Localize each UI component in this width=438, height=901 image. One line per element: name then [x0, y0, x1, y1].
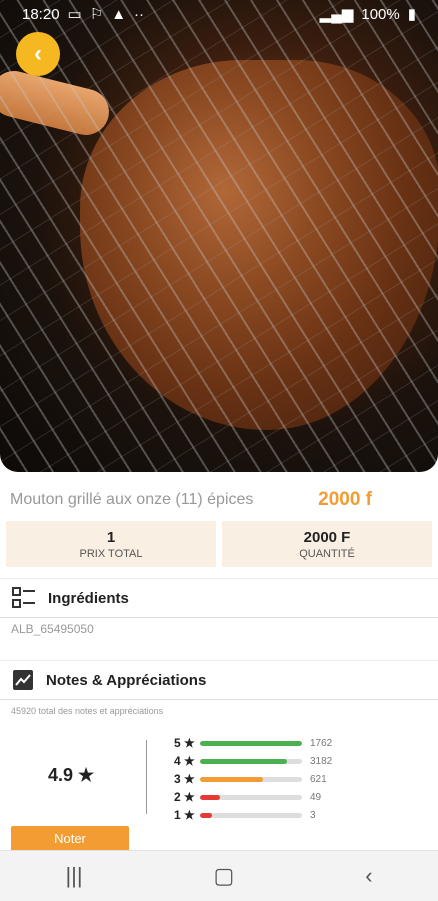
product-title-row: Mouton grillé aux onze (11) épices 2000 …: [0, 482, 438, 518]
rating-bar-track: [200, 740, 302, 746]
rating-bar-label: 3 ★: [174, 772, 195, 786]
rating-bar-fill: [200, 740, 302, 746]
info-box-value: 2000 F: [303, 528, 351, 546]
status-time: 18:20: [22, 5, 60, 23]
rating-bar-row: 5 ★ 1762: [174, 734, 332, 752]
signal-icon: ▂▄▆: [319, 6, 354, 23]
rating-bar-track: [200, 776, 302, 782]
rating-bar-count: 3: [310, 809, 316, 821]
back-button[interactable]: ‹: [16, 32, 60, 76]
recents-icon[interactable]: |||: [65, 863, 82, 889]
info-box-label: PRIX TOTAL: [79, 547, 143, 560]
rating-bar-label: 1 ★: [174, 808, 195, 822]
notes-summary: 45920 total des notes et appréciations: [11, 706, 164, 716]
average-rating: 4.9 ★: [48, 765, 94, 786]
rating-bar-label: 4 ★: [174, 754, 195, 768]
rating-bar-count: 621: [310, 773, 327, 785]
info-box-value: 1: [106, 528, 116, 546]
rating-bar-fill: [200, 794, 221, 800]
star-icon: ★: [78, 765, 95, 785]
ingredients-title: Ingrédients: [48, 589, 129, 607]
info-boxes: 1 PRIX TOTAL 2000 F QUANTITÉ: [6, 521, 432, 567]
rating-bar-label: 2 ★: [174, 790, 195, 804]
rating-bar-row: 2 ★ 49: [174, 788, 321, 806]
rating-bar-fill: [200, 776, 264, 782]
average-rating-value: 4.9: [48, 765, 74, 785]
notes-header: Notes & Appréciations: [0, 660, 438, 700]
rating-bar-fill: [200, 758, 287, 764]
battery-icon: ▮: [407, 6, 416, 23]
rating-bar-count: 3182: [310, 755, 333, 767]
warning-icon: ▲: [111, 5, 127, 23]
rating-bar-track: [200, 812, 302, 818]
back-nav-icon[interactable]: ‹: [365, 863, 372, 889]
rating-bar-count: 49: [310, 791, 322, 803]
product-name: Mouton grillé aux onze (11) épices: [10, 491, 254, 508]
rating-bar-row: 4 ★ 3182: [174, 752, 332, 770]
notification-icon: ⚐: [89, 6, 104, 23]
notes-title: Notes & Appréciations: [46, 671, 207, 689]
rating-bar-track: [200, 758, 302, 764]
info-box-quantity: 2000 F QUANTITÉ: [222, 521, 432, 567]
ingredients-header: Ingrédients: [0, 578, 438, 618]
status-left: 18:20 ▭ ⚐ ▲ ··: [22, 5, 145, 24]
rating-bar-fill: [200, 812, 213, 818]
rating-bar-row: 1 ★ 3: [174, 806, 316, 824]
home-icon[interactable]: ▢: [214, 863, 235, 889]
list-icon: [12, 587, 35, 608]
chart-icon: [13, 670, 33, 690]
grill-overlay: [0, 0, 438, 472]
info-box-total: 1 PRIX TOTAL: [6, 521, 216, 567]
hero-image: [0, 0, 438, 472]
status-right: ▂▄▆ 100% ▮: [319, 5, 416, 24]
noter-button[interactable]: Noter: [11, 826, 129, 850]
android-nav-bar: ||| ▢ ‹: [0, 850, 438, 901]
rating-bar-row: 3 ★ 621: [174, 770, 327, 788]
rating-bar-track: [200, 794, 302, 800]
info-box-label: QUANTITÉ: [299, 547, 355, 560]
status-dots: ··: [134, 5, 145, 23]
rating-bar-count: 1762: [310, 737, 333, 749]
battery-text: 100%: [361, 5, 400, 23]
ingredients-text: ALB_65495050: [11, 622, 94, 636]
rating-bar-label: 5 ★: [174, 736, 195, 750]
back-arrow-icon: ‹: [34, 40, 42, 67]
status-bar: 18:20 ▭ ⚐ ▲ ·· ▂▄▆ 100% ▮: [0, 0, 438, 28]
image-icon: ▭: [67, 6, 82, 23]
rating-divider: [146, 740, 147, 814]
product-price: 2000 f: [318, 489, 372, 510]
